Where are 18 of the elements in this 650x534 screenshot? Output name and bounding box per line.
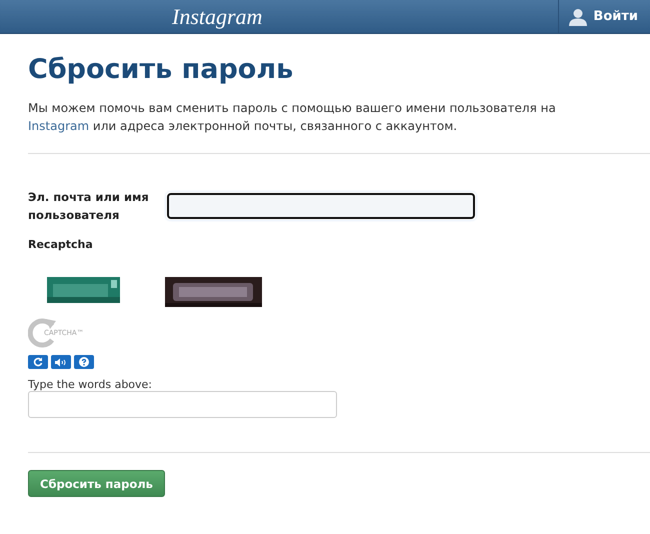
help-button[interactable]: [74, 355, 94, 369]
page-title: Сбросить пароль: [28, 54, 294, 85]
username-label: Эл. почта или имя пользователя: [28, 189, 150, 224]
speaker-icon: [55, 358, 67, 366]
audio-button[interactable]: [51, 355, 71, 369]
reload-button[interactable]: [28, 355, 48, 369]
reload-icon: [33, 357, 43, 367]
logo[interactable]: Instagram: [172, 4, 262, 30]
user-icon: [569, 8, 588, 26]
intro-text: Мы можем помочь вам сменить пароль с помощью вашего имени пользователя на Instagram или адреса электронной почты, связанного с аккаунтом.: [28, 100, 557, 135]
login-button[interactable]: Войти: [558, 0, 650, 33]
instagram-link[interactable]: Instagram: [28, 119, 90, 133]
answer-field[interactable]: [28, 391, 337, 418]
username-field[interactable]: [167, 193, 475, 219]
captcha-label: Recaptcha: [28, 238, 94, 251]
help-icon: [79, 357, 89, 367]
answer-label: Type the words above:: [28, 378, 154, 391]
reset-password-button[interactable]: Сбросить пароль: [28, 470, 165, 497]
